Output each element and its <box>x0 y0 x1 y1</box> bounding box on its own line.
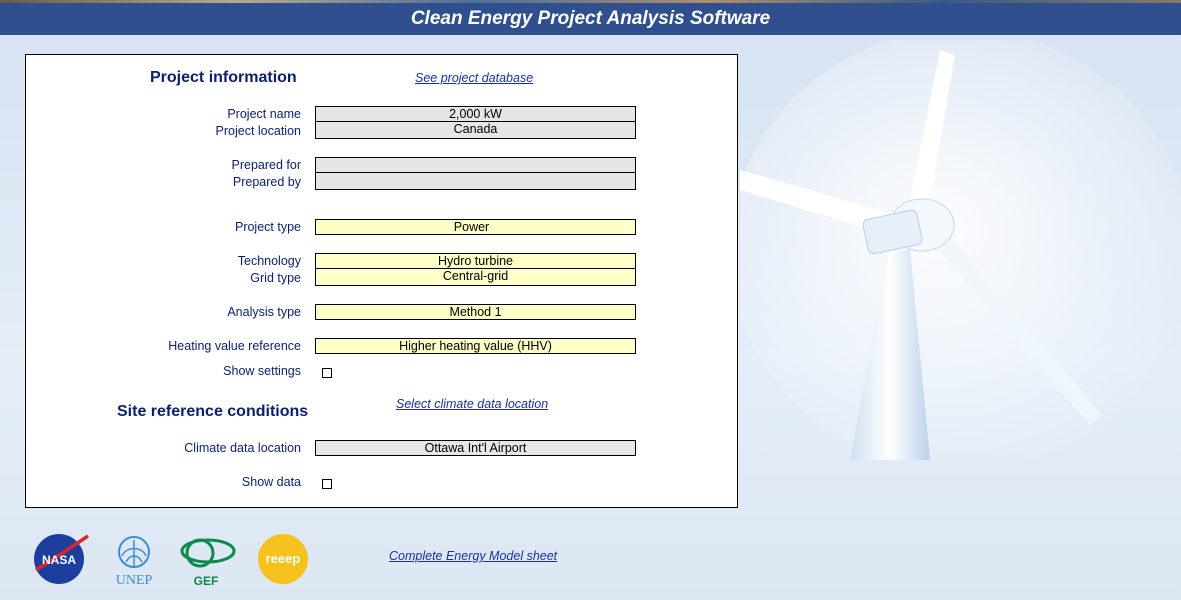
site-conditions-title: Site reference conditions <box>117 403 309 420</box>
heating-value-select[interactable]: Higher heating value (HHV) <box>315 338 636 354</box>
grid-type-label: Grid type <box>250 271 301 285</box>
analysis-type-label: Analysis type <box>227 305 301 319</box>
project-type-label: Project type <box>234 220 301 234</box>
heating-value-label: Heating value reference <box>168 339 301 353</box>
unep-logo-text: UNEP <box>116 573 153 588</box>
climate-location-field[interactable]: Ottawa Int'l Airport <box>315 440 636 456</box>
analysis-type-select[interactable]: Method 1 <box>315 304 636 320</box>
prepared-for-label: Prepared for <box>231 158 301 172</box>
project-name-field[interactable]: 2,000 kW <box>315 106 636 122</box>
unep-logo: UNEP <box>116 536 153 588</box>
project-type-select[interactable]: Power <box>315 219 636 235</box>
project-location-label: Project location <box>215 124 301 138</box>
wind-turbine-illustration <box>740 40 1181 460</box>
prepared-by-field[interactable] <box>315 173 636 190</box>
nasa-logo: NASA <box>34 534 89 584</box>
gef-logo-text: GEF <box>194 574 219 588</box>
project-database-link[interactable]: See project database <box>415 71 533 85</box>
show-data-label: Show data <box>241 475 301 489</box>
climate-location-link[interactable]: Select climate data location <box>396 397 548 411</box>
show-data-checkbox[interactable] <box>322 479 332 489</box>
grid-type-select[interactable]: Central-grid <box>315 269 636 286</box>
reeep-logo-text: reeep <box>266 551 301 566</box>
project-location-field[interactable]: Canada <box>315 122 636 139</box>
app-title-bar: Clean Energy Project Analysis Software <box>0 3 1181 35</box>
climate-location-label: Climate data location <box>184 441 301 455</box>
project-name-label: Project name <box>227 107 301 121</box>
project-panel: Project information See project database… <box>25 54 738 508</box>
nasa-logo-text: NASA <box>42 553 76 567</box>
complete-energy-model-link[interactable]: Complete Energy Model sheet <box>389 549 557 563</box>
prepared-by-label: Prepared by <box>232 175 301 189</box>
gef-logo: GEF <box>180 538 236 588</box>
show-settings-checkbox[interactable] <box>322 368 332 378</box>
reeep-logo: reeep <box>258 534 308 584</box>
technology-select[interactable]: Hydro turbine <box>315 253 636 269</box>
technology-label: Technology <box>237 254 301 268</box>
show-settings-label: Show settings <box>223 364 301 378</box>
project-info-title: Project information <box>150 69 297 86</box>
prepared-for-field[interactable] <box>315 157 636 173</box>
